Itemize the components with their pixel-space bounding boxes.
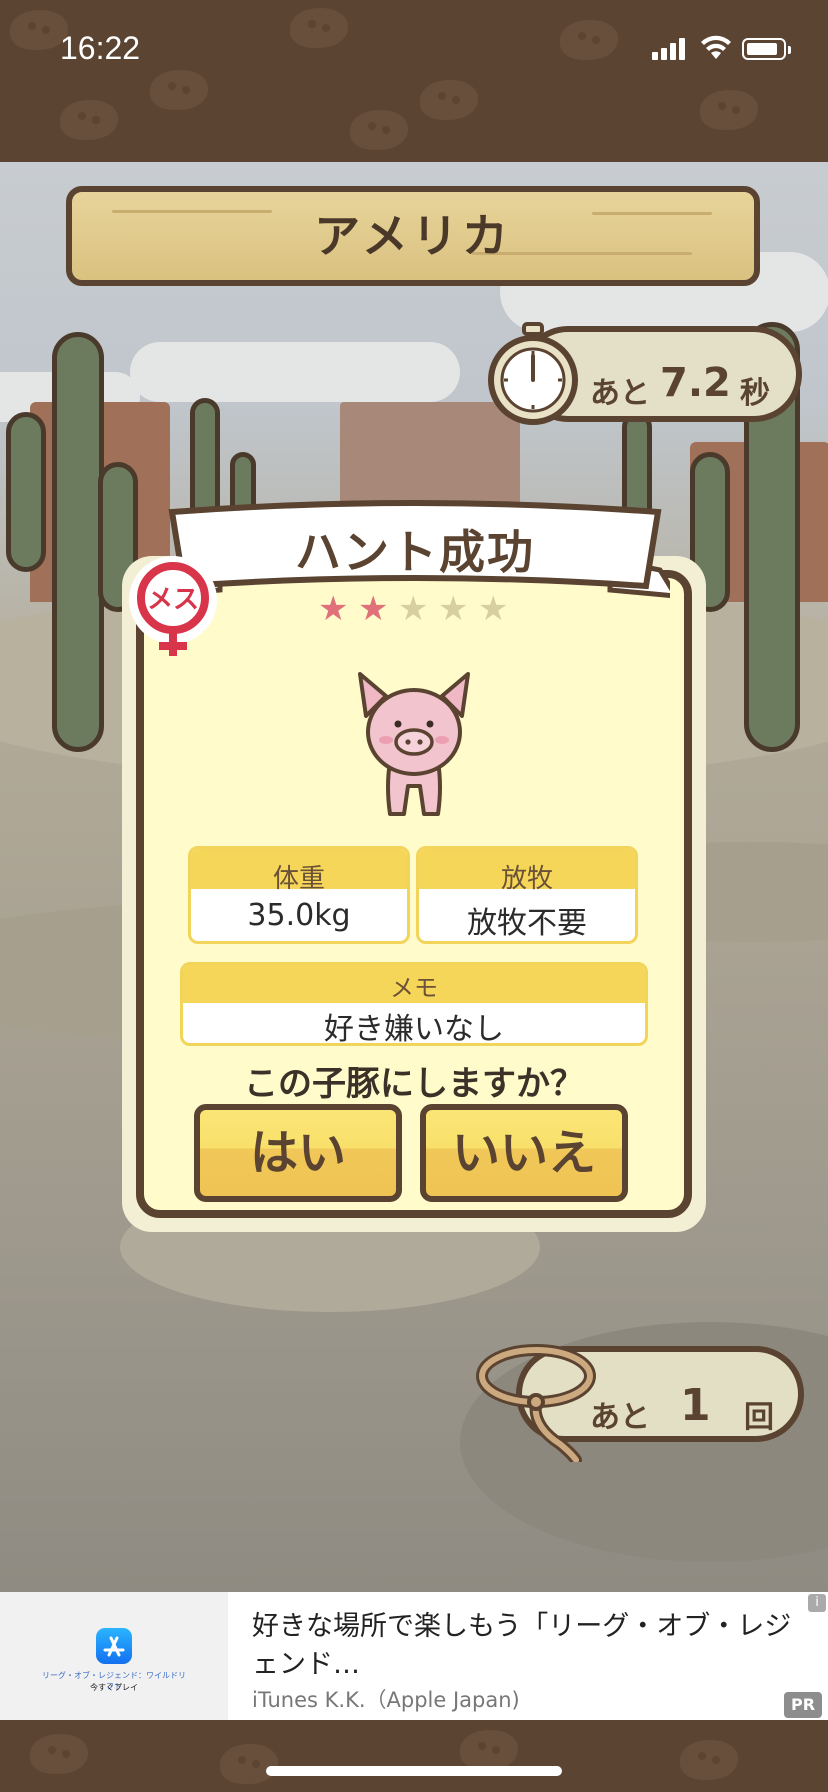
ad-title[interactable]: 好きな場所で楽しもう「リーグ・オブ・レジェンド… xyxy=(252,1608,792,1684)
attempts-prefix: あと xyxy=(590,1400,650,1435)
stopwatch-icon xyxy=(488,322,578,425)
gender-badge-text: メス xyxy=(147,585,199,615)
hunt-result-title: ハント成功 xyxy=(295,525,535,579)
piglet-image xyxy=(358,672,470,816)
yes-button-label[interactable]: はい xyxy=(194,1104,402,1202)
timer-value: 7.2 xyxy=(660,360,731,406)
star-icon: ★ xyxy=(478,589,509,629)
ad-pr-badge: PR xyxy=(784,1692,822,1718)
timer-prefix: あと xyxy=(590,376,650,411)
battery-icon xyxy=(742,38,791,60)
signal-icon xyxy=(652,38,686,60)
weight-value: 35.0kg xyxy=(247,898,351,933)
star-icon: ★ xyxy=(398,589,429,629)
ad-info-icon[interactable]: i xyxy=(808,1594,826,1612)
star-icon: ★ xyxy=(358,589,389,629)
female-symbol-icon: メス xyxy=(129,556,217,656)
memo-value: 好き嫌いなし xyxy=(324,1012,504,1047)
memo-label: メモ xyxy=(390,974,438,1002)
confirm-question: この子豚にしますか？ xyxy=(244,1064,584,1104)
country-name: アメリカ xyxy=(314,209,512,263)
grazing-label: 放牧 xyxy=(500,864,553,894)
ad-app-cta: 今すぐプレイ xyxy=(90,1683,138,1692)
star-icon: ★ xyxy=(318,589,349,629)
no-button-label[interactable]: いいえ xyxy=(420,1104,628,1202)
timer-unit: 秒 xyxy=(740,376,770,411)
lasso-icon xyxy=(476,1344,596,1462)
attempts-unit: 回 xyxy=(744,1400,774,1435)
bottom-background xyxy=(0,1720,828,1792)
weight-label: 体重 xyxy=(272,864,325,894)
ad-advertiser: iTunes K.K.（Apple Japan) xyxy=(252,1688,520,1712)
status-time: 16:22 xyxy=(60,30,141,66)
star-icon: ★ xyxy=(438,589,469,629)
home-indicator[interactable] xyxy=(266,1766,562,1776)
grazing-value: 放牧不要 xyxy=(467,906,587,941)
app-store-icon xyxy=(96,1628,132,1664)
status-bar-background xyxy=(0,0,828,162)
wifi-icon xyxy=(701,35,731,59)
attempts-value: 1 xyxy=(680,1380,711,1431)
